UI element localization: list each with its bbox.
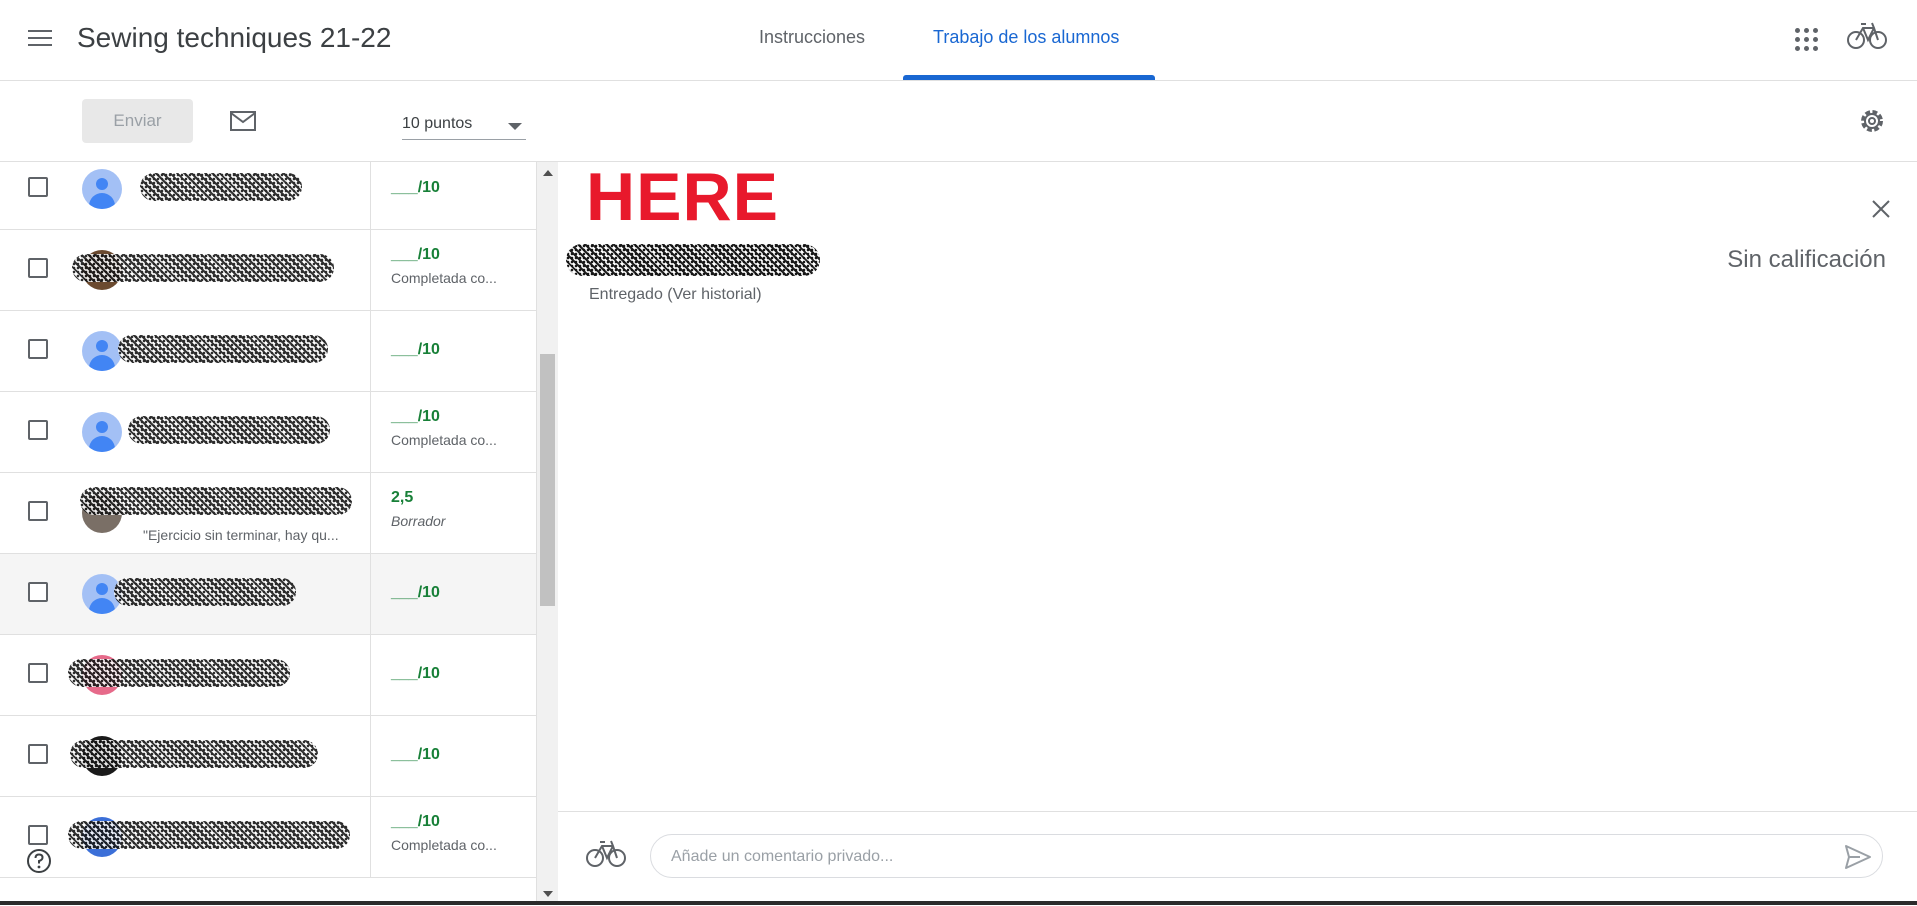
student-checkbox[interactable] bbox=[28, 339, 48, 359]
active-tab-indicator bbox=[903, 75, 1155, 80]
redacted-student-name bbox=[70, 740, 318, 768]
grade-cell[interactable]: ___/10 bbox=[371, 554, 536, 634]
grade-cell[interactable]: ___/10 bbox=[371, 311, 536, 391]
redacted-student-name bbox=[80, 487, 352, 515]
student-row[interactable]: ___/10 bbox=[0, 716, 536, 797]
class-title: Sewing techniques 21-22 bbox=[77, 22, 392, 53]
student-checkbox[interactable] bbox=[28, 744, 48, 764]
student-row[interactable]: "Ejercicio sin terminar, hay qu... 2,5 B… bbox=[0, 473, 536, 554]
redacted-student-name bbox=[68, 821, 350, 849]
grade-value: ___/10 bbox=[391, 246, 440, 263]
student-checkbox[interactable] bbox=[28, 177, 48, 197]
redacted-student-name bbox=[72, 254, 334, 282]
redacted-student-name bbox=[140, 173, 302, 201]
redacted-student-name bbox=[68, 659, 290, 687]
student-row[interactable]: ___/10 bbox=[0, 311, 536, 392]
grade-cell[interactable]: 2,5 Borrador bbox=[371, 473, 536, 553]
avatar bbox=[82, 412, 122, 452]
student-checkbox[interactable] bbox=[28, 663, 48, 683]
mail-icon[interactable] bbox=[230, 111, 256, 136]
grade-value: ___/10 bbox=[391, 341, 440, 358]
submission-history-link[interactable]: Entregado (Ver historial) bbox=[589, 286, 762, 304]
student-row-selected[interactable]: ___/10 bbox=[0, 554, 536, 635]
student-list: ___/10 ___/10 Completada co... ___/10 __… bbox=[0, 162, 536, 905]
grade-cell[interactable]: ___/10 bbox=[371, 635, 536, 715]
student-checkbox[interactable] bbox=[28, 420, 48, 440]
student-row[interactable]: ___/10 Completada co... bbox=[0, 797, 536, 878]
student-name-cell[interactable] bbox=[0, 392, 371, 472]
student-row[interactable]: ___/10 bbox=[0, 162, 536, 230]
send-icon[interactable] bbox=[1844, 844, 1872, 875]
scroll-down-arrow-icon[interactable] bbox=[543, 891, 553, 897]
app-header: Sewing techniques 21-22 Instrucciones Tr… bbox=[0, 0, 1917, 81]
comment-placeholder: Añade un comentario privado... bbox=[671, 848, 894, 865]
student-name-cell[interactable] bbox=[0, 311, 371, 391]
private-comment-input[interactable]: Añade un comentario privado... bbox=[650, 834, 1883, 878]
student-checkbox[interactable] bbox=[28, 258, 48, 278]
avatar bbox=[82, 331, 122, 371]
apps-grid-icon[interactable] bbox=[1795, 28, 1819, 52]
hamburger-menu-icon[interactable] bbox=[28, 30, 52, 48]
help-icon[interactable] bbox=[26, 848, 52, 879]
send-button[interactable]: Enviar bbox=[82, 99, 193, 143]
grade-value: ___/10 bbox=[391, 813, 440, 830]
close-icon[interactable] bbox=[1870, 198, 1892, 225]
redacted-student-name bbox=[566, 244, 820, 276]
scroll-up-arrow-icon[interactable] bbox=[543, 170, 553, 176]
student-row[interactable]: ___/10 Completada co... bbox=[0, 392, 536, 473]
student-checkbox[interactable] bbox=[28, 501, 48, 521]
grade-value: ___/10 bbox=[391, 746, 440, 763]
tab-trabajo-alumnos[interactable]: Trabajo de los alumnos bbox=[933, 27, 1119, 48]
points-value: 10 puntos bbox=[402, 115, 473, 132]
points-dropdown[interactable]: 10 puntos bbox=[402, 109, 526, 140]
grade-cell[interactable]: ___/10 bbox=[371, 162, 536, 229]
chevron-down-icon bbox=[508, 123, 522, 130]
bicycle-icon bbox=[586, 838, 626, 873]
submission-status: Completada co... bbox=[391, 432, 497, 448]
redacted-student-name bbox=[118, 335, 328, 363]
taskbar-edge bbox=[0, 901, 1917, 905]
grade-cell[interactable]: ___/10 Completada co... bbox=[371, 392, 536, 472]
student-list-scrollbar[interactable] bbox=[536, 162, 558, 905]
student-checkbox[interactable] bbox=[28, 582, 48, 602]
submission-status: Completada co... bbox=[391, 270, 497, 286]
grade-value: ___/10 bbox=[391, 408, 440, 425]
avatar bbox=[82, 169, 122, 209]
grading-toolbar: Enviar 10 puntos bbox=[0, 81, 1917, 162]
student-name-cell[interactable] bbox=[0, 162, 371, 229]
annotation-label: HERE bbox=[586, 159, 779, 235]
grade-value: 2,5 bbox=[391, 489, 414, 506]
redacted-student-name bbox=[114, 578, 296, 606]
grade-status: Sin calificación bbox=[1727, 246, 1886, 273]
student-name-cell[interactable] bbox=[0, 554, 371, 634]
student-name-cell[interactable]: "Ejercicio sin terminar, hay qu... bbox=[0, 473, 371, 553]
student-name-cell[interactable] bbox=[0, 797, 371, 877]
private-comment-preview: "Ejercicio sin terminar, hay qu... bbox=[143, 527, 339, 543]
grade-value: ___/10 bbox=[391, 179, 440, 196]
student-checkbox[interactable] bbox=[28, 825, 48, 845]
private-comment-bar: Añade un comentario privado... bbox=[558, 811, 1917, 906]
settings-gear-icon[interactable] bbox=[1858, 107, 1886, 140]
grade-value: ___/10 bbox=[391, 584, 440, 601]
grade-value: ___/10 bbox=[391, 665, 440, 682]
submission-status: Completada co... bbox=[391, 837, 497, 853]
student-name-cell[interactable] bbox=[0, 230, 371, 310]
bicycle-icon[interactable] bbox=[1847, 20, 1887, 55]
student-detail-panel: HERE Sin calificación Entregado (Ver his… bbox=[558, 159, 1917, 906]
student-row[interactable]: ___/10 bbox=[0, 635, 536, 716]
redacted-student-name bbox=[128, 416, 330, 444]
submission-status: Borrador bbox=[391, 513, 446, 529]
grade-cell[interactable]: ___/10 bbox=[371, 716, 536, 796]
scroll-thumb[interactable] bbox=[540, 354, 555, 606]
student-name-cell[interactable] bbox=[0, 716, 371, 796]
grade-cell[interactable]: ___/10 Completada co... bbox=[371, 230, 536, 310]
student-row[interactable]: ___/10 Completada co... bbox=[0, 230, 536, 311]
tab-instrucciones[interactable]: Instrucciones bbox=[759, 27, 865, 48]
grade-cell[interactable]: ___/10 Completada co... bbox=[371, 797, 536, 877]
student-name-cell[interactable] bbox=[0, 635, 371, 715]
